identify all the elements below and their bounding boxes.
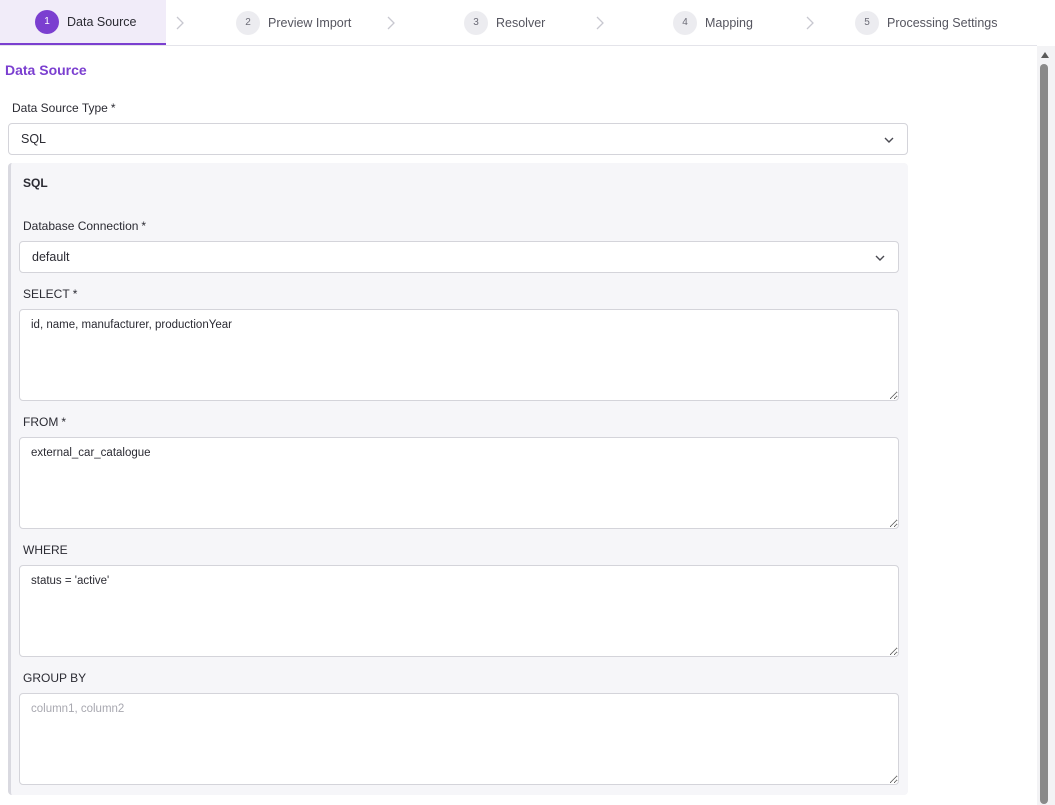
scroll-up-arrow-icon[interactable] xyxy=(1041,52,1049,58)
group-by-clause-textarea[interactable] xyxy=(19,693,899,785)
chevron-right-icon xyxy=(385,15,397,31)
required-marker: * xyxy=(110,101,116,115)
field-label-text: FROM xyxy=(23,415,59,429)
field-label-text: Database Connection xyxy=(23,219,139,233)
chevron-right-icon xyxy=(174,15,186,31)
scroll-thumb[interactable] xyxy=(1040,64,1048,804)
step-number: 3 xyxy=(464,10,488,35)
field-label-text: Data Source Type xyxy=(12,101,108,115)
step-label: Preview Import xyxy=(268,15,352,30)
where-clause-label: WHERE xyxy=(23,543,68,557)
selected-value: default xyxy=(32,250,70,264)
step-label: Mapping xyxy=(705,15,753,30)
step-data-source[interactable]: 1 Data Source xyxy=(0,0,166,45)
field-label-text: SELECT xyxy=(23,287,70,301)
from-clause-label: FROM * xyxy=(23,415,66,429)
chevron-right-icon xyxy=(804,15,816,31)
chevron-down-icon xyxy=(884,137,894,143)
step-preview-import[interactable]: 2 Preview Import xyxy=(236,0,376,45)
step-label: Data Source xyxy=(67,14,137,29)
field-label-text: WHERE xyxy=(23,543,68,557)
required-marker: * xyxy=(141,219,147,233)
required-marker: * xyxy=(72,287,78,301)
data-source-type-select[interactable]: SQL xyxy=(8,123,908,155)
section-title: Data Source xyxy=(5,62,87,78)
step-number: 5 xyxy=(855,10,879,35)
panel-title: SQL xyxy=(23,176,48,190)
from-clause-textarea[interactable]: external_car_catalogue xyxy=(19,437,899,529)
step-label: Resolver xyxy=(496,15,546,30)
step-number: 4 xyxy=(673,10,697,35)
database-connection-label: Database Connection * xyxy=(23,219,146,233)
step-number: 1 xyxy=(35,9,59,34)
vertical-scrollbar[interactable] xyxy=(1037,46,1055,805)
selected-value: SQL xyxy=(21,132,47,146)
field-label-text: GROUP BY xyxy=(23,671,87,685)
where-clause-textarea[interactable]: status = 'active' xyxy=(19,565,899,657)
chevron-down-icon xyxy=(875,255,885,261)
select-clause-label: SELECT * xyxy=(23,287,77,301)
group-by-clause-label: GROUP BY xyxy=(23,671,86,685)
import-stepper: 1 Data Source 2 Preview Import 3 Resolve… xyxy=(0,0,1037,46)
step-number: 2 xyxy=(236,10,260,35)
database-connection-select[interactable]: default xyxy=(19,241,899,273)
required-marker: * xyxy=(61,415,66,429)
data-source-type-label: Data Source Type * xyxy=(12,101,116,115)
step-mapping[interactable]: 4 Mapping xyxy=(673,0,783,45)
chevron-right-icon xyxy=(594,15,606,31)
step-processing-settings[interactable]: 5 Processing Settings xyxy=(855,0,1030,45)
step-label: Processing Settings xyxy=(887,15,998,30)
step-resolver[interactable]: 3 Resolver xyxy=(464,0,574,45)
select-clause-textarea[interactable]: id, name, manufacturer, productionYear xyxy=(19,309,899,401)
